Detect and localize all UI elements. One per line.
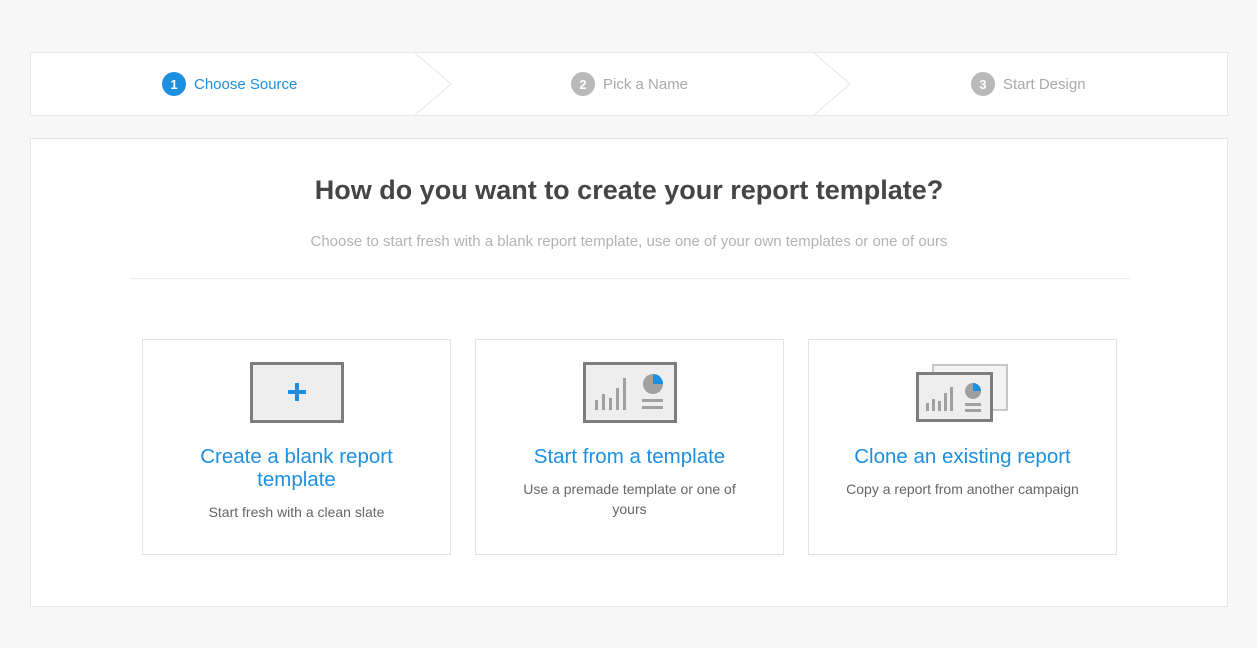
option-description: Copy a report from another campaign [846, 481, 1079, 497]
source-selection-panel: How do you want to create your report te… [30, 138, 1228, 607]
report-template-icon [476, 362, 783, 428]
start-from-template-card[interactable]: Start from a template Use a premade temp… [475, 339, 784, 555]
step-start-design[interactable]: 3 Start Design [971, 53, 1086, 115]
clone-report-icon [809, 362, 1116, 428]
step-separator-chevron [415, 53, 452, 115]
step-pick-a-name[interactable]: 2 Pick a Name [571, 53, 688, 115]
step-number: 2 [571, 72, 595, 96]
clone-existing-report-card[interactable]: Clone an existing report Copy a report f… [808, 339, 1117, 555]
blank-report-plus-icon [143, 362, 450, 428]
option-title: Start from a template [533, 445, 726, 468]
create-blank-report-card[interactable]: Create a blank report template Start fre… [142, 339, 451, 555]
step-number: 1 [162, 72, 186, 96]
step-label: Pick a Name [603, 75, 689, 93]
option-description: Use a premade template or one of yours [523, 481, 736, 517]
step-number: 3 [971, 72, 995, 96]
step-label: Choose Source [194, 75, 298, 93]
step-choose-source[interactable]: 1 Choose Source [162, 53, 297, 115]
wizard-stepper: 1 Choose Source 2 Pick a Name 3 Start De… [30, 52, 1228, 116]
step-separator-chevron [814, 53, 851, 115]
page-title: How do you want to create your report te… [314, 175, 944, 205]
divider [130, 278, 1130, 279]
option-description: Start fresh with a clean slate [208, 504, 385, 520]
option-title: Clone an existing report [854, 445, 1071, 468]
option-title: Create a blank report template [200, 445, 393, 491]
step-label: Start Design [1003, 75, 1086, 93]
page-subtitle: Choose to start fresh with a blank repor… [310, 233, 948, 250]
